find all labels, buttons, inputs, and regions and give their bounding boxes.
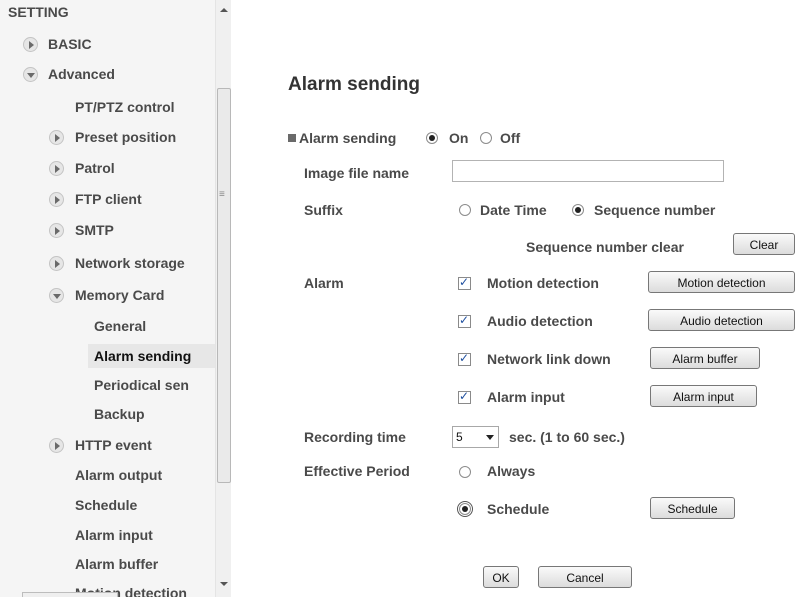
collapse-arrow-icon	[49, 288, 64, 303]
sidebar-item-label: FTP client	[75, 191, 142, 207]
sidebar-item-alarm-input[interactable]: Alarm input	[75, 523, 153, 547]
sidebar-item-ptz-control[interactable]: PT/PTZ control	[75, 95, 175, 119]
audio-detection-button[interactable]: Audio detection	[648, 309, 795, 331]
scrollbar-grip-icon: ≡	[219, 189, 225, 200]
sidebar-item-label: BASIC	[48, 36, 92, 52]
recording-time-value: 5	[456, 430, 463, 444]
sidebar-item-label: HTTP event	[75, 437, 152, 453]
audio-detection-checkbox[interactable]	[458, 313, 471, 328]
expand-arrow-icon	[49, 161, 64, 176]
scrollbar-thumb[interactable]	[217, 88, 231, 483]
expand-arrow-icon	[49, 223, 64, 238]
sidebar-item-label: Patrol	[75, 160, 115, 176]
alarm-sending-on-radio[interactable]	[426, 132, 438, 144]
schedule-button[interactable]: Schedule	[650, 497, 735, 519]
suffix-sequence-number-radio[interactable]	[572, 204, 584, 216]
motion-detection-label: Motion detection	[487, 275, 599, 291]
effective-period-schedule-label: Schedule	[487, 501, 550, 517]
sidebar-item-label: SMTP	[75, 222, 114, 238]
sidebar-item-schedule[interactable]: Schedule	[75, 493, 137, 517]
expand-arrow-icon	[23, 37, 38, 52]
sidebar-item-alarm-sending[interactable]: Alarm sending	[88, 344, 215, 368]
expand-arrow-icon	[49, 192, 64, 207]
network-link-down-label: Network link down	[487, 351, 611, 367]
image-file-name-label: Image file name	[304, 165, 410, 181]
alarm-label: Alarm	[304, 275, 344, 291]
motion-detection-button[interactable]: Motion detection	[648, 271, 795, 293]
settings-sidebar: SETTING BASIC Advanced PT/PTZ control Pr…	[0, 0, 231, 597]
cancel-button[interactable]: Cancel	[538, 566, 632, 588]
sidebar-item-label: Memory Card	[75, 287, 165, 303]
effective-period-label: Effective Period	[304, 463, 410, 479]
sidebar-item-general[interactable]: General	[94, 314, 146, 338]
alarm-sending-label: Alarm sending	[299, 130, 397, 146]
scroll-down-icon[interactable]	[219, 580, 229, 590]
alarm-input-checkbox[interactable]	[458, 389, 471, 404]
effective-period-schedule-radio[interactable]	[457, 501, 473, 517]
sidebar-scrollbar[interactable]: ≡	[215, 0, 231, 597]
chevron-down-icon	[486, 435, 494, 440]
suffix-sequence-number-label: Sequence number	[594, 202, 716, 218]
sidebar-item-backup[interactable]: Backup	[94, 402, 145, 426]
alarm-input-label: Alarm input	[487, 389, 565, 405]
sidebar-item-label: Advanced	[48, 66, 115, 82]
sidebar-item-label: Preset position	[75, 129, 177, 145]
alarm-input-button[interactable]: Alarm input	[650, 385, 757, 407]
expand-arrow-icon	[49, 256, 64, 271]
clear-button[interactable]: Clear	[733, 233, 795, 255]
alarm-sending-off-label: Off	[500, 130, 521, 146]
effective-period-always-label: Always	[487, 463, 536, 479]
audio-detection-label: Audio detection	[487, 313, 593, 329]
sidebar-item-label: Network storage	[75, 255, 185, 271]
motion-detection-checkbox[interactable]	[458, 275, 471, 290]
image-file-name-input[interactable]	[452, 160, 724, 182]
recording-time-unit: sec. (1 to 60 sec.)	[509, 429, 625, 445]
sidebar-header: SETTING	[8, 4, 69, 20]
effective-period-always-radio[interactable]	[459, 466, 471, 478]
alarm-sending-off-radio[interactable]	[480, 132, 492, 144]
sidebar-item-alarm-output[interactable]: Alarm output	[75, 463, 162, 487]
suffix-date-time-label: Date Time	[480, 202, 547, 218]
ok-button[interactable]: OK	[483, 566, 519, 588]
section-bullet-icon	[288, 134, 296, 142]
sidebar-menu: SETTING BASIC Advanced PT/PTZ control Pr…	[0, 0, 215, 597]
collapse-arrow-icon	[23, 67, 38, 82]
recording-time-select[interactable]: 5	[452, 426, 499, 448]
suffix-date-time-radio[interactable]	[459, 204, 471, 216]
recording-time-label: Recording time	[304, 429, 406, 445]
alarm-buffer-button[interactable]: Alarm buffer	[650, 347, 760, 369]
scroll-up-icon[interactable]	[219, 6, 229, 16]
suffix-label: Suffix	[304, 202, 343, 218]
page-title: Alarm sending	[288, 74, 420, 95]
network-link-down-checkbox[interactable]	[458, 351, 471, 366]
expand-arrow-icon	[49, 130, 64, 145]
sequence-number-clear-label: Sequence number clear	[526, 239, 684, 255]
sidebar-item-periodical-sending[interactable]: Periodical sen	[94, 373, 215, 397]
expand-arrow-icon	[49, 438, 64, 453]
horizontal-scrollbar[interactable]	[22, 592, 118, 597]
sidebar-item-alarm-buffer[interactable]: Alarm buffer	[75, 552, 158, 576]
alarm-sending-on-label: On	[449, 130, 469, 146]
